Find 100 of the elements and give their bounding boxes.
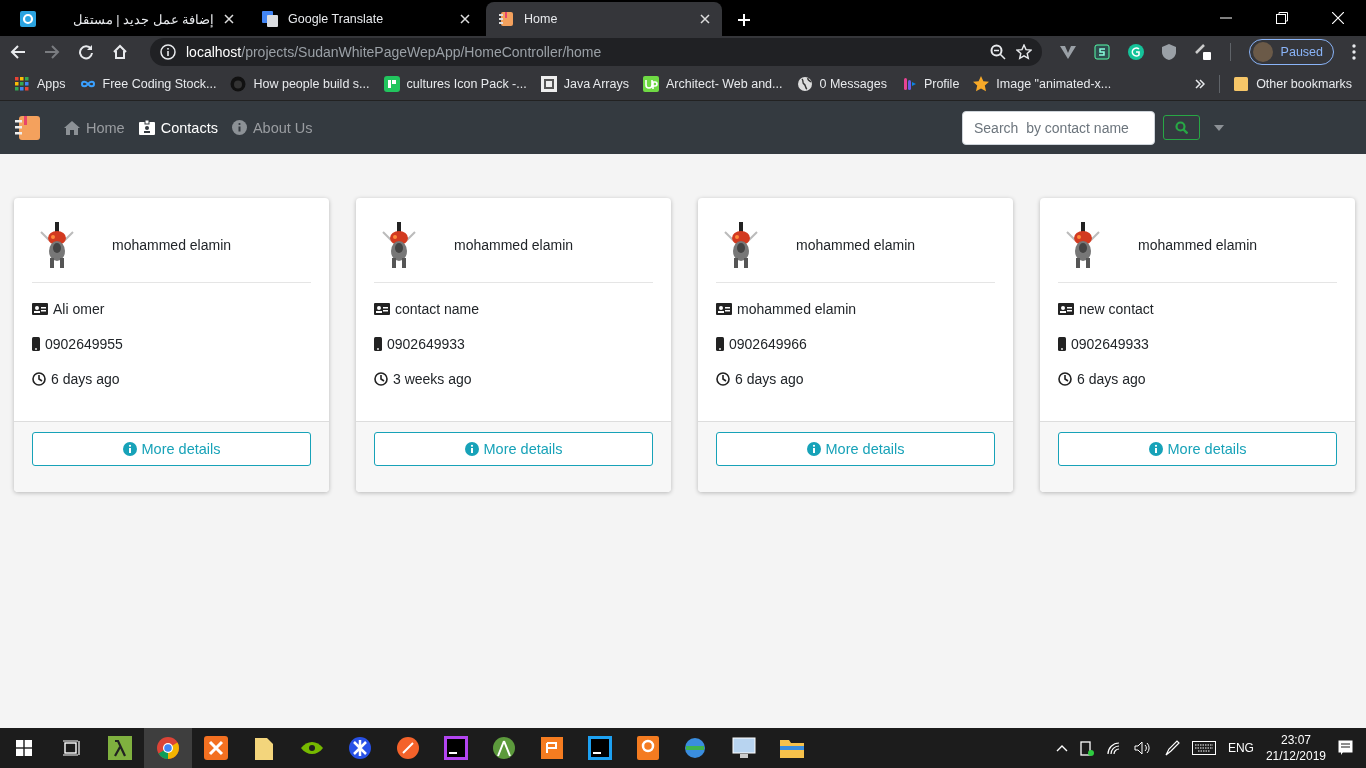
keyboard-icon[interactable]: [1191, 741, 1216, 755]
owner-name: mohammed elamin: [112, 237, 232, 253]
forward-arrow-icon[interactable]: [44, 44, 60, 60]
star-icon: [973, 76, 990, 92]
more-menu-icon[interactable]: [1352, 44, 1356, 60]
bookmark[interactable]: How people build s...: [230, 76, 370, 92]
profile-button[interactable]: Paused: [1248, 39, 1334, 65]
clock-icon: [32, 372, 46, 386]
restore-icon[interactable]: [1276, 12, 1288, 24]
phone-icon: [1058, 337, 1066, 351]
phone-icon: [32, 337, 40, 351]
grammarly-icon[interactable]: [1127, 44, 1144, 60]
bookmark[interactable]: Free Coding Stock...: [79, 76, 217, 92]
bookmark[interactable]: Apps: [14, 76, 66, 92]
ide-tile-icon: [444, 736, 468, 760]
nav-link[interactable]: Contacts: [138, 119, 218, 136]
upwork-icon: [643, 76, 659, 92]
bookmark[interactable]: cultures Icon Pack -...: [383, 76, 527, 92]
search-icon: [1175, 121, 1188, 134]
nav-link[interactable]: Home: [64, 119, 125, 136]
close-icon[interactable]: [700, 14, 710, 24]
id-badge-icon: [138, 120, 155, 135]
phone-number: 0902649933: [387, 336, 465, 352]
leaf-icon: [383, 76, 400, 92]
bookmark[interactable]: Image "animated-x...: [973, 76, 1112, 92]
double-chevron-icon[interactable]: [1195, 79, 1206, 89]
phone-icon: [374, 337, 382, 351]
avatar: [1252, 42, 1273, 62]
owner-name: mohammed elamin: [454, 237, 574, 253]
owner-name: mohammed elamin: [796, 237, 916, 253]
back-arrow-icon[interactable]: [10, 44, 26, 60]
contact-name: mohammed elamin: [737, 301, 857, 317]
zoom-out-icon[interactable]: [989, 44, 1006, 60]
info-icon: [231, 120, 247, 135]
clock-icon: [374, 372, 388, 386]
shield-icon[interactable]: [1161, 44, 1176, 60]
added-time: 6 days ago: [735, 371, 804, 387]
windows-icon: [16, 740, 32, 756]
notebook-logo-icon[interactable]: [14, 114, 42, 141]
bookmark[interactable]: 0 Messages: [796, 76, 887, 92]
globe-icon: [796, 76, 813, 92]
owner-name: mohammed elamin: [1138, 237, 1258, 253]
wifi-icon[interactable]: [1105, 741, 1122, 755]
reload-icon[interactable]: [78, 44, 94, 60]
volume-icon[interactable]: [1133, 741, 1152, 755]
task-view-icon: [63, 740, 81, 756]
ide-tile-icon: [588, 736, 612, 760]
added-time: 6 days ago: [51, 371, 120, 387]
lambda-tile-icon: [108, 736, 132, 760]
home-icon[interactable]: [112, 44, 128, 60]
added-time: 6 days ago: [1077, 371, 1146, 387]
taskbar-app[interactable]: [144, 728, 192, 768]
browser-tab[interactable]: Home: [486, 2, 722, 36]
info-icon: [122, 442, 137, 456]
close-icon[interactable]: [224, 14, 234, 24]
favicon-icon: [20, 11, 36, 27]
bookmark[interactable]: Architect- Web and...: [643, 76, 783, 92]
browser-tab[interactable]: إضافة عمل جديد | مستقل: [8, 2, 246, 36]
info-icon: [464, 442, 479, 456]
info-icon: [806, 442, 821, 456]
nav-link[interactable]: About Us: [231, 119, 313, 136]
contact-name: new contact: [1079, 301, 1154, 317]
pen-icon[interactable]: [1163, 740, 1180, 756]
bookmark[interactable]: Profile: [900, 76, 960, 92]
star-outline-icon[interactable]: [1015, 44, 1032, 60]
pdf-icon: [637, 736, 659, 760]
phone-number: 0902649966: [729, 336, 807, 352]
id-card-icon: [374, 303, 390, 315]
translate-icon: [262, 11, 278, 27]
slides-icon: [541, 737, 563, 759]
id-card-icon: [1058, 303, 1074, 315]
extension-icon[interactable]: [1093, 44, 1110, 60]
added-time: 3 weeks ago: [393, 371, 472, 387]
chessboard-icon: [540, 76, 557, 92]
browser-tab[interactable]: Google Translate: [250, 2, 482, 36]
caret-icon[interactable]: [1214, 124, 1224, 131]
info-icon: [1148, 442, 1163, 456]
clock[interactable]: 23:07 21/12/2019: [1265, 732, 1326, 764]
search-button[interactable]: [1163, 115, 1200, 140]
id-card-icon: [716, 303, 732, 315]
phone-icon: [716, 337, 724, 351]
v-extension-icon[interactable]: [1059, 44, 1076, 60]
notifications-icon[interactable]: [1338, 740, 1354, 756]
chevron-up-icon[interactable]: [1055, 744, 1068, 752]
other-bookmarks[interactable]: Other bookmarks: [1234, 76, 1352, 92]
folder-icon: [780, 738, 804, 758]
monitor-icon: [732, 737, 756, 759]
input-language[interactable]: ENG: [1227, 741, 1254, 755]
address-bar[interactable]: localhost/projects/SudanWhitePageWepApp/HomeController/home: [150, 38, 1042, 66]
close-icon[interactable]: [460, 14, 470, 24]
folder-icon: [1234, 76, 1249, 92]
contact-name: contact name: [395, 301, 480, 317]
new-tab-plus-icon[interactable]: [738, 14, 750, 26]
pen-extension-icon[interactable]: [1193, 43, 1212, 61]
bookmark[interactable]: Java Arrays: [540, 76, 629, 92]
battery-icon[interactable]: [1079, 740, 1094, 756]
phone-number: 0902649955: [45, 336, 123, 352]
apps-grid-icon: [14, 76, 30, 92]
search-field[interactable]: Search by contact name: [962, 110, 1155, 145]
clock-icon: [716, 372, 730, 386]
